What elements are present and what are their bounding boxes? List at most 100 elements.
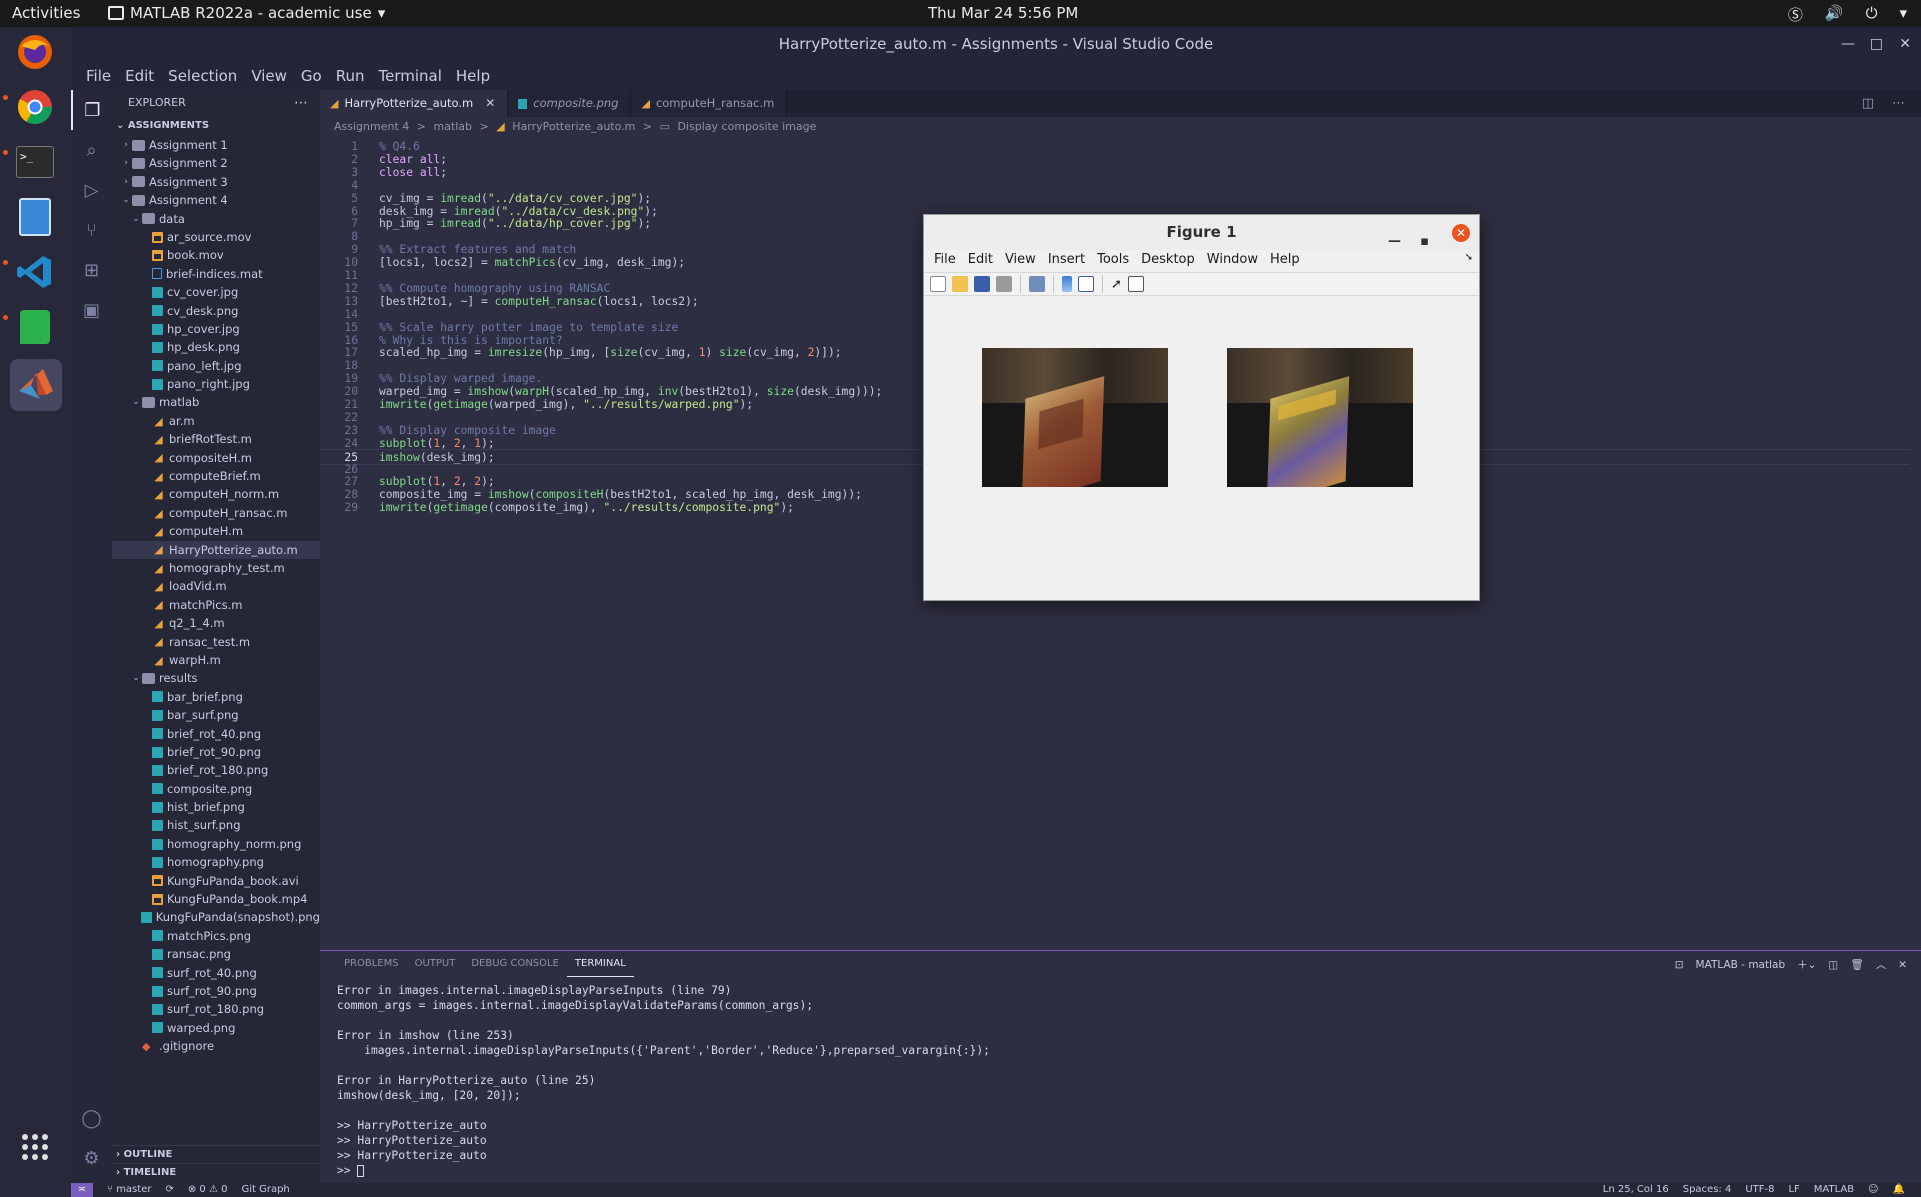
tab-output[interactable]: OUTPUT [407, 951, 464, 977]
tree-file[interactable]: brief_rot_90.png [112, 743, 320, 761]
remote-icon[interactable]: ≍ [71, 1183, 93, 1197]
chat-app-icon[interactable] [10, 302, 60, 352]
tree-file[interactable]: warped.png [112, 1019, 320, 1037]
colorbar-icon[interactable] [1062, 276, 1072, 292]
app-menu[interactable]: MATLAB R2022a - academic use ▾ [108, 4, 385, 22]
menu-help[interactable]: Help [449, 62, 497, 90]
firefox-icon[interactable] [10, 27, 60, 77]
tree-file[interactable]: ◢ computeH.m [112, 522, 320, 540]
tree-file[interactable]: cv_desk.png [112, 302, 320, 320]
tree-file[interactable]: bar_surf.png [112, 706, 320, 724]
maximize-panel-icon[interactable]: ︿ [1876, 957, 1887, 972]
run-debug-icon[interactable]: ▷ [71, 170, 112, 210]
trash-icon[interactable]: 🗑 [1850, 958, 1863, 971]
legend-icon[interactable] [1078, 276, 1094, 292]
tree-file[interactable]: ◢ q2_1_4.m [112, 614, 320, 632]
terminal-selector[interactable]: MATLAB - matlab [1696, 959, 1786, 971]
tab-harrypotterize[interactable]: ◢ HarryPotterize_auto.m ✕ [320, 90, 509, 117]
tree-folder[interactable]: ⌄ results [112, 669, 320, 687]
remote-explorer-icon[interactable]: ▣ [71, 290, 112, 330]
tree-file[interactable]: homography_norm.png [112, 835, 320, 853]
git-graph-button[interactable]: Git Graph [241, 1183, 289, 1197]
tree-file[interactable]: ◢ loadVid.m [112, 577, 320, 595]
close-icon[interactable]: ✕ [485, 90, 495, 117]
tree-file[interactable]: homography.png [112, 853, 320, 871]
tree-file[interactable]: ◢ computeH_ransac.m [112, 504, 320, 522]
tree-file[interactable]: ◢ computeBrief.m [112, 467, 320, 485]
tree-file[interactable]: ◢ HarryPotterize_auto.m [112, 540, 320, 559]
maximize-icon[interactable]: ▪ [1420, 224, 1429, 259]
search-icon[interactable]: ⌕ [71, 130, 112, 170]
cursor-position[interactable]: Ln 25, Col 16 [1603, 1183, 1669, 1197]
tree-file[interactable]: pano_right.jpg [112, 375, 320, 393]
indentation[interactable]: Spaces: 4 [1683, 1183, 1732, 1197]
figure-menu-window[interactable]: Window [1201, 250, 1264, 272]
figure-menu-help[interactable]: Help [1264, 250, 1306, 272]
tree-file[interactable]: ◢ computeH_norm.m [112, 485, 320, 503]
tree-file[interactable]: surf_rot_90.png [112, 982, 320, 1000]
figure-menu-edit[interactable]: Edit [962, 250, 999, 272]
close-icon[interactable]: ✕ [1898, 959, 1907, 971]
tree-file[interactable]: ◢ warpH.m [112, 651, 320, 669]
timeline-section[interactable]: › TIMELINE [112, 1163, 320, 1181]
volume-icon[interactable]: 🔊 [1825, 4, 1844, 25]
split-terminal-icon[interactable]: ◫ [1828, 959, 1838, 971]
breadcrumb-item[interactable]: HarryPotterize_auto.m [512, 120, 635, 133]
new-figure-icon[interactable] [930, 276, 946, 292]
tree-file[interactable]: brief-indices.mat [112, 265, 320, 283]
add-terminal-icon[interactable]: ＋⌄ [1797, 957, 1816, 972]
terminal-output[interactable]: Error in images.internal.imageDisplayPar… [337, 983, 990, 1178]
menu-selection[interactable]: Selection [161, 62, 244, 90]
files-icon[interactable] [10, 192, 60, 242]
tree-file[interactable]: composite.png [112, 780, 320, 798]
source-control-icon[interactable]: ⑂ [71, 210, 112, 250]
gear-icon[interactable]: ⚙ [71, 1138, 112, 1178]
tree-file[interactable]: KungFuPanda(snapshot).png [112, 908, 320, 926]
tab-debug-console[interactable]: DEBUG CONSOLE [463, 951, 567, 977]
breadcrumb-item[interactable]: matlab [433, 120, 472, 133]
chevron-down-icon[interactable]: ▾ [1899, 4, 1907, 25]
terminal-icon[interactable]: >_ [10, 137, 60, 187]
tree-folder[interactable]: ⌄ matlab [112, 393, 320, 411]
menu-view[interactable]: View [244, 62, 294, 90]
tree-folder[interactable]: ⌄ Assignment 4 [112, 191, 320, 209]
tree-file[interactable]: brief_rot_180.png [112, 761, 320, 779]
tree-file[interactable]: matchPics.png [112, 927, 320, 945]
tree-file[interactable]: ◢ homography_test.m [112, 559, 320, 577]
matlab-icon[interactable] [10, 359, 62, 411]
property-editor-icon[interactable] [1127, 276, 1144, 292]
clock[interactable]: Thu Mar 24 5:56 PM [928, 4, 1078, 22]
outline-section[interactable]: › OUTLINE [112, 1145, 320, 1163]
subplot-composite-image[interactable] [1227, 348, 1413, 487]
tab-composite[interactable]: composite.png [508, 90, 632, 117]
figure-menu-tools[interactable]: Tools [1091, 250, 1135, 272]
vscode-icon[interactable] [10, 247, 60, 297]
menu-file[interactable]: File [79, 62, 118, 90]
account-icon[interactable]: ◯ [71, 1098, 112, 1138]
breadcrumb-item[interactable]: Display composite image [678, 120, 817, 133]
tab-problems[interactable]: PROBLEMS [336, 951, 407, 977]
tree-file[interactable]: ◢ compositeH.m [112, 449, 320, 467]
minimize-icon[interactable]: — [1388, 224, 1401, 259]
explorer-icon[interactable]: ❐ [71, 90, 112, 130]
tree-file[interactable]: brief_rot_40.png [112, 725, 320, 743]
power-icon[interactable]: ⏻ [1866, 4, 1878, 25]
tree-file[interactable]: pano_left.jpg [112, 357, 320, 375]
print-icon[interactable] [996, 276, 1012, 292]
menu-run[interactable]: Run [329, 62, 372, 90]
figure-canvas[interactable] [924, 297, 1479, 600]
figure-menu-desktop[interactable]: Desktop [1135, 250, 1201, 272]
dock-figure-icon[interactable]: ➘ [1459, 250, 1479, 272]
menu-terminal[interactable]: Terminal [372, 62, 449, 90]
activities-button[interactable]: Activities [12, 4, 80, 22]
minimize-icon[interactable]: — [1841, 27, 1855, 62]
sync-icon[interactable]: ⟳ [165, 1183, 173, 1197]
language-mode[interactable]: MATLAB [1814, 1183, 1854, 1197]
menu-edit[interactable]: Edit [118, 62, 161, 90]
tree-folder[interactable]: ⌄ data [112, 210, 320, 228]
tree-file[interactable]: ◢ ar.m [112, 412, 320, 430]
tree-folder[interactable]: › Assignment 3 [112, 173, 320, 191]
maximize-icon[interactable]: □ [1870, 27, 1883, 62]
cursor-icon[interactable]: ➚ [1111, 277, 1122, 292]
tree-file[interactable]: hist_surf.png [112, 816, 320, 834]
